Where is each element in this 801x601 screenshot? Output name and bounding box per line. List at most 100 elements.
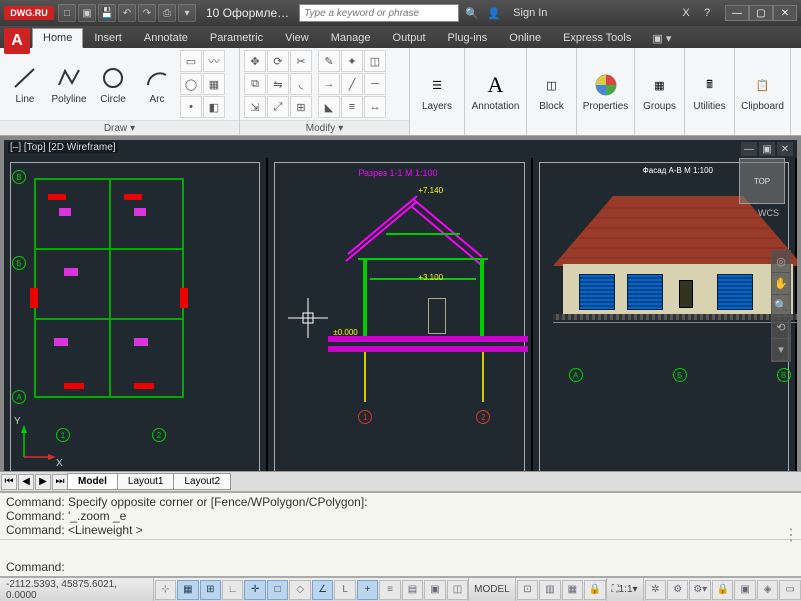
ellipse-icon[interactable]: ◯ [180, 73, 202, 95]
viewport[interactable]: [–] [Top] [2D Wireframe] — ▣ ✕ [4, 140, 797, 487]
osnap-icon[interactable]: □ [267, 580, 288, 600]
erase-icon[interactable]: ✎ [318, 50, 340, 72]
break-icon[interactable]: ╱ [341, 73, 363, 95]
stretch-icon[interactable]: ⇲ [244, 96, 266, 118]
panel-properties[interactable]: Properties [577, 48, 635, 135]
extend-icon[interactable]: → [318, 73, 340, 95]
coordinates-readout[interactable]: -2112.5393, 45875.6021, 0.0000 [0, 578, 154, 601]
snap-icon[interactable]: ▦ [177, 580, 198, 600]
array-icon[interactable]: ⊞ [290, 96, 312, 118]
align-icon[interactable]: ≡ [341, 96, 363, 118]
qat-open-icon[interactable]: ▣ [78, 4, 96, 22]
offset-icon[interactable]: ◫ [364, 50, 386, 72]
app-menu-button[interactable]: A [4, 28, 30, 54]
annovis-icon[interactable]: ✲ [645, 580, 666, 600]
tab-output[interactable]: Output [382, 28, 437, 48]
point-icon[interactable]: • [180, 96, 202, 118]
spline-icon[interactable]: 〰 [203, 50, 225, 72]
viewcube[interactable]: TOP [739, 158, 785, 204]
command-grip-icon[interactable]: ⋮ [783, 525, 799, 545]
layout-tab-1[interactable]: Layout1 [117, 473, 175, 490]
tab-overflow-icon[interactable]: ▣ ▾ [646, 29, 677, 48]
polyline-button[interactable]: Polyline [48, 62, 90, 107]
qat-save-icon[interactable]: 💾 [98, 4, 116, 22]
rotate-icon[interactable]: ⟳ [267, 50, 289, 72]
layout-tab-2[interactable]: Layout2 [173, 473, 231, 490]
tab-plugins[interactable]: Plug-ins [437, 28, 499, 48]
scale-icon[interactable]: ⤢ [267, 96, 289, 118]
chevron-down-icon[interactable]: ▾ [338, 123, 343, 134]
command-input[interactable] [69, 560, 777, 574]
tab-online[interactable]: Online [498, 28, 552, 48]
line-button[interactable]: Line [4, 62, 46, 107]
tab-insert[interactable]: Insert [83, 28, 133, 48]
hatch-icon[interactable]: ▦ [203, 73, 225, 95]
move-icon[interactable]: ✥ [244, 50, 266, 72]
annotation-scale[interactable]: ⛶ 1:1 ▾ [606, 578, 644, 601]
join-icon[interactable]: ─ [364, 73, 386, 95]
tab-express[interactable]: Express Tools [552, 28, 642, 48]
qat-new-icon[interactable]: □ [58, 4, 76, 22]
maximize-button[interactable]: ▢ [749, 5, 773, 21]
tab-first-icon[interactable]: ⏮ [1, 474, 17, 490]
layout-tab-model[interactable]: Model [67, 473, 118, 490]
minimize-button[interactable]: — [725, 5, 749, 21]
qat-print-icon[interactable]: ⎙ [158, 4, 176, 22]
infer-icon[interactable]: ⊹ [155, 580, 176, 600]
tab-last-icon[interactable]: ⏭ [52, 474, 68, 490]
circle-button[interactable]: Circle [92, 62, 134, 107]
tab-parametric[interactable]: Parametric [199, 28, 274, 48]
tpy-icon[interactable]: ▤ [402, 580, 423, 600]
nav-wheel-icon[interactable]: ◎ [772, 251, 790, 273]
panel-annotation[interactable]: AAnnotation [465, 48, 527, 135]
tab-manage[interactable]: Manage [320, 28, 382, 48]
tab-annotate[interactable]: Annotate [133, 28, 199, 48]
grid-disp-icon[interactable]: ⊡ [517, 580, 538, 600]
annoauto-icon[interactable]: ⚙ [667, 580, 688, 600]
vp-restore-icon[interactable]: ▣ [759, 142, 775, 156]
tab-prev-icon[interactable]: ◀ [18, 474, 34, 490]
viewport-label[interactable]: [–] [Top] [2D Wireframe] [8, 142, 118, 153]
binoculars-icon[interactable]: 🔍 [463, 4, 481, 22]
qp-icon[interactable]: ▣ [424, 580, 445, 600]
rect-icon[interactable]: ▭ [180, 50, 202, 72]
model-space-toggle[interactable]: MODEL [468, 578, 516, 601]
mirror-icon[interactable]: ⇋ [267, 73, 289, 95]
nav-showmot-icon[interactable]: ▾ [772, 339, 790, 361]
lwt-icon[interactable]: ≡ [379, 580, 400, 600]
isolate-icon[interactable]: ◈ [757, 580, 778, 600]
close-button[interactable]: ✕ [773, 5, 797, 21]
3dosnap-icon[interactable]: ◇ [289, 580, 310, 600]
command-line-window[interactable]: Command: Specify opposite corner or [Fen… [0, 491, 801, 577]
lengthen-icon[interactable]: ↔ [364, 96, 386, 118]
exchange-icon[interactable]: X [677, 4, 695, 22]
otrack-icon[interactable]: ∠ [312, 580, 333, 600]
panel-clipboard[interactable]: 📋Clipboard [735, 48, 791, 135]
clean-screen-icon[interactable]: ▭ [779, 580, 800, 600]
dyn-icon[interactable]: + [357, 580, 378, 600]
explode-icon[interactable]: ✦ [341, 50, 363, 72]
fillet-icon[interactable]: ◟ [290, 73, 312, 95]
nav-zoom-icon[interactable]: 🔍 [772, 295, 790, 317]
panel-block[interactable]: ◫Block [527, 48, 577, 135]
vp-close-icon[interactable]: ✕ [777, 142, 793, 156]
toolbar-lock-icon[interactable]: 🔒 [712, 580, 733, 600]
copy-icon[interactable]: ⧉ [244, 73, 266, 95]
grid-icon[interactable]: ⊞ [200, 580, 221, 600]
qat-dropdown-icon[interactable]: ▾ [178, 4, 196, 22]
panel-utilities[interactable]: 🖩Utilities [685, 48, 735, 135]
nav-orbit-icon[interactable]: ⟲ [772, 317, 790, 339]
chamfer-icon[interactable]: ◣ [318, 96, 340, 118]
wcs-label[interactable]: WCS [758, 208, 779, 218]
drawing-area[interactable]: В Б А 1 2 Загородный коттедж улучшенной … [4, 158, 797, 487]
panel-groups[interactable]: ▦Groups [635, 48, 685, 135]
region-icon[interactable]: ◧ [203, 96, 225, 118]
ducs-icon[interactable]: L [334, 580, 355, 600]
polar-icon[interactable]: ✛ [244, 580, 265, 600]
sc-icon[interactable]: ◫ [447, 580, 468, 600]
panel-layers[interactable]: ☰Layers [410, 48, 465, 135]
search-input[interactable] [299, 4, 459, 22]
quick-layout-icon[interactable]: ▦ [562, 580, 583, 600]
workspace-switch-icon[interactable]: ⚙▾ [689, 580, 710, 600]
tab-home[interactable]: Home [32, 28, 83, 48]
